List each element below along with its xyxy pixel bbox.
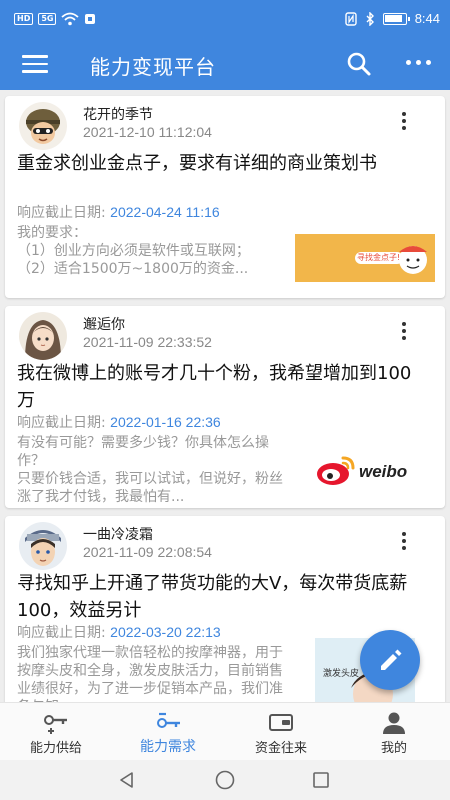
post-title: 寻找知乎上开通了带货功能的大V，每次带货底薪100，效益另计 bbox=[17, 573, 408, 621]
demand-feed: 花开的季节 2021-12-10 11:12:04 重金求创业金点子，要求有详细… bbox=[0, 90, 450, 702]
post-time: 2021-11-09 22:33:52 bbox=[83, 334, 212, 350]
thumbnail-text: 寻找金点子! bbox=[357, 253, 401, 262]
status-time: 8:44 bbox=[414, 11, 440, 26]
deadline: 响应截止日期: 2022-01-16 22:36 bbox=[17, 412, 221, 432]
post-description: 我们独家代理一款倍轻松的按摩神器，用于按摩头皮和全身，激发皮肤活力，目前销售业绩… bbox=[17, 645, 283, 702]
menu-icon[interactable] bbox=[22, 55, 48, 73]
nav-label: 能力需求 bbox=[140, 739, 196, 755]
back-icon[interactable] bbox=[117, 770, 137, 790]
bluetooth-icon bbox=[366, 11, 374, 26]
nav-fund-transfer[interactable]: 资金往来 bbox=[225, 703, 337, 761]
more-icon[interactable] bbox=[406, 60, 432, 68]
nav-me[interactable]: 我的 bbox=[338, 703, 450, 761]
post-card[interactable]: 邂逅你 2021-11-09 22:33:52 我在微博上的账号才几十个粉，我希… bbox=[5, 306, 445, 508]
deadline-label: 响应截止日期: bbox=[17, 205, 106, 221]
post-title: 重金求创业金点子，要求有详细的商业策划书 bbox=[17, 153, 377, 174]
edit-icon bbox=[381, 649, 402, 670]
nav-label: 资金往来 bbox=[254, 741, 307, 756]
hd-badge: HD bbox=[14, 13, 34, 25]
author-name: 花开的季节 bbox=[83, 107, 153, 123]
post-time: 2021-12-10 11:12:04 bbox=[83, 124, 212, 140]
wifi-icon bbox=[61, 12, 80, 26]
compose-button[interactable] bbox=[360, 630, 420, 690]
nfc-icon bbox=[344, 11, 357, 26]
post-title: 我在微博上的账号才几十个粉，我希望增加到100万 bbox=[17, 363, 412, 411]
key-minus-icon bbox=[157, 712, 180, 728]
deadline-value: 2022-01-16 22:36 bbox=[110, 414, 221, 430]
deadline-label: 响应截止日期: bbox=[17, 415, 106, 431]
more-vert-icon[interactable] bbox=[397, 532, 411, 552]
avatar[interactable] bbox=[19, 102, 67, 150]
bottom-nav: 能力供给 能力需求 资金往来 我的 bbox=[0, 702, 450, 760]
key-plus-icon bbox=[44, 715, 67, 734]
post-thumbnail: 寻找金点子! bbox=[295, 234, 435, 282]
post-card[interactable]: 花开的季节 2021-12-10 11:12:04 重金求创业金点子，要求有详细… bbox=[5, 96, 445, 298]
deadline: 响应截止日期: 2022-03-20 22:13 bbox=[17, 622, 221, 642]
nav-ability-demand[interactable]: 能力需求 bbox=[112, 703, 224, 761]
nav-ability-supply[interactable]: 能力供给 bbox=[0, 703, 112, 761]
network-badge: 5G bbox=[38, 13, 57, 25]
avatar[interactable] bbox=[19, 522, 67, 570]
recents-icon[interactable] bbox=[311, 770, 331, 790]
app-bar: 能力变现平台 bbox=[0, 38, 450, 90]
home-icon[interactable] bbox=[214, 769, 236, 791]
wallet-icon bbox=[269, 714, 293, 731]
thumbnail-text: weibo bbox=[359, 462, 408, 481]
system-nav-bar bbox=[0, 760, 450, 800]
message-icon bbox=[85, 14, 96, 24]
deadline-label: 响应截止日期: bbox=[17, 625, 106, 641]
more-vert-icon[interactable] bbox=[397, 112, 411, 132]
thumbnail-text: 激发头皮 bbox=[323, 669, 360, 679]
author-name: 一曲冷凌霜 bbox=[83, 527, 153, 543]
post-thumbnail: weibo bbox=[305, 446, 425, 494]
deadline-value: 2022-03-20 22:13 bbox=[110, 624, 221, 640]
weibo-logo-icon bbox=[317, 456, 355, 485]
post-description: 我的要求： （1）创业方向必须是软件或互联网； （2）适合1500万~1800万… bbox=[17, 225, 250, 277]
post-time: 2021-11-09 22:08:54 bbox=[83, 544, 212, 560]
battery-icon bbox=[382, 12, 410, 25]
app-title: 能力变现平台 bbox=[90, 55, 216, 79]
post-description: 有没有可能？需要多少钱？你具体怎么操作？ 只要价钱合适，我可以试试，但说好，粉丝… bbox=[17, 435, 283, 505]
nav-label: 能力供给 bbox=[29, 741, 82, 756]
avatar[interactable] bbox=[19, 312, 67, 360]
status-right: 8:44 bbox=[344, 11, 440, 26]
status-bar: HD 5G 8:44 bbox=[0, 0, 450, 38]
search-icon[interactable] bbox=[346, 51, 372, 77]
deadline-value: 2022-04-24 11:16 bbox=[110, 204, 220, 220]
author-name: 邂逅你 bbox=[83, 317, 125, 333]
nav-label: 我的 bbox=[380, 741, 407, 756]
person-icon bbox=[383, 712, 405, 734]
deadline: 响应截止日期: 2022-04-24 11:16 bbox=[17, 202, 220, 222]
more-vert-icon[interactable] bbox=[397, 322, 411, 342]
status-left: HD 5G bbox=[14, 12, 96, 26]
